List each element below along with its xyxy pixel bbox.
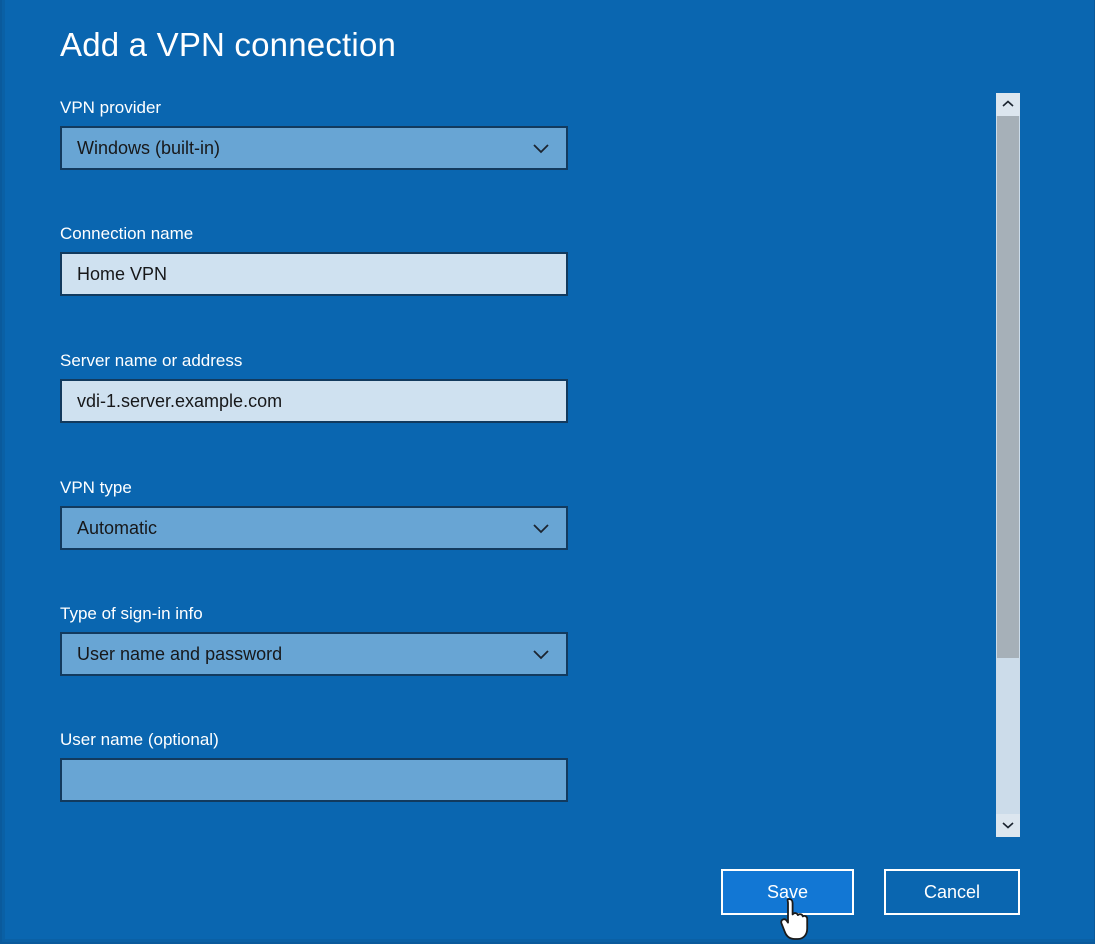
page-title: Add a VPN connection — [60, 26, 397, 63]
sign-in-type-value: User name and password — [77, 643, 283, 664]
dialog-bottom-edge — [2, 939, 1094, 942]
field-vpn-provider: VPN provider Windows (built-in) — [60, 98, 570, 170]
field-vpn-type: VPN type Automatic — [60, 478, 570, 550]
scrollbar-thumb[interactable] — [997, 116, 1019, 658]
chevron-down-icon — [1001, 817, 1015, 835]
vpn-type-value: Automatic — [77, 517, 158, 538]
field-label-user-name: User name (optional) — [60, 730, 219, 749]
connection-name-value: Home VPN — [77, 263, 168, 284]
field-connection-name: Connection name Home VPN — [60, 224, 570, 296]
chevron-up-icon — [1001, 96, 1015, 114]
sign-in-type-dropdown[interactable]: User name and password — [60, 632, 568, 676]
vertical-scrollbar[interactable] — [996, 93, 1020, 837]
scrollbar-down-button[interactable] — [996, 814, 1020, 837]
chevron-down-icon — [530, 137, 552, 159]
field-user-name: User name (optional) — [60, 730, 570, 802]
dialog-left-edge — [2, 0, 5, 942]
user-name-input[interactable] — [60, 758, 568, 802]
scrollbar-up-button[interactable] — [996, 93, 1020, 116]
dialog-button-bar: Save Cancel — [2, 866, 1094, 926]
add-vpn-connection-dialog: Add a VPN connection VPN provider Window… — [0, 0, 1095, 944]
save-button[interactable]: Save — [719, 867, 856, 917]
field-label-vpn-provider: VPN provider — [60, 98, 162, 117]
scrollbar-track[interactable] — [996, 116, 1020, 814]
field-sign-in-type: Type of sign-in info User name and passw… — [60, 604, 570, 676]
field-label-sign-in-type: Type of sign-in info — [60, 604, 203, 623]
server-name-input[interactable]: vdi-1.server.example.com — [60, 379, 568, 423]
field-label-vpn-type: VPN type — [60, 478, 132, 497]
vpn-provider-value: Windows (built-in) — [77, 137, 221, 158]
field-server-name: Server name or address vdi-1.server.exam… — [60, 351, 570, 423]
chevron-down-icon — [530, 643, 552, 665]
connection-name-input[interactable]: Home VPN — [60, 252, 568, 296]
field-label-server-name: Server name or address — [60, 351, 243, 370]
cancel-button[interactable]: Cancel — [884, 869, 1020, 915]
field-label-connection-name: Connection name — [60, 224, 194, 243]
vpn-provider-dropdown[interactable]: Windows (built-in) — [60, 126, 568, 170]
server-name-value: vdi-1.server.example.com — [77, 390, 283, 411]
vpn-type-dropdown[interactable]: Automatic — [60, 506, 568, 550]
chevron-down-icon — [530, 517, 552, 539]
